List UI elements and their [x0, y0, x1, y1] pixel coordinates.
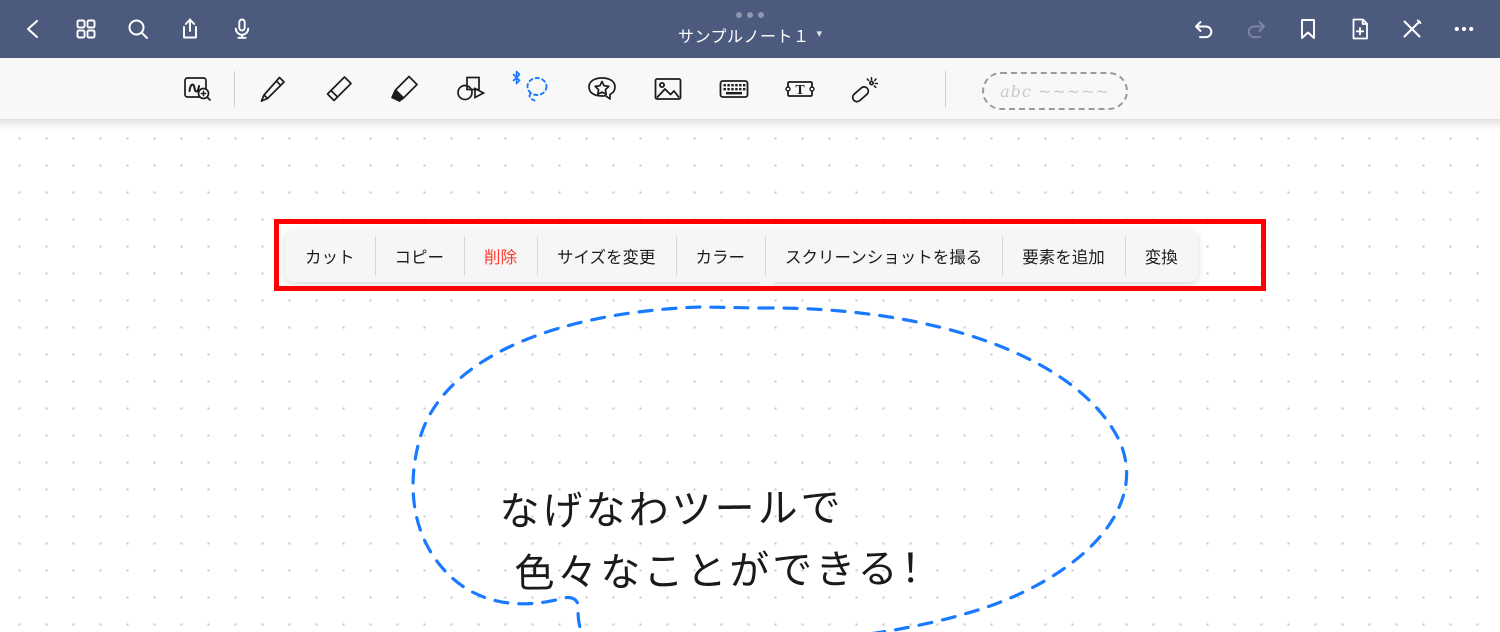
handwritten-note: なげなわツールで 色々なことができる！ — [499, 475, 1060, 606]
lasso-tool[interactable] — [503, 58, 569, 120]
context-menu-item-resize[interactable]: サイズを変更 — [537, 230, 676, 282]
context-menu-item-delete[interactable]: 削除 — [464, 230, 537, 282]
share-button[interactable] — [164, 3, 216, 55]
sticker-tool[interactable] — [569, 58, 635, 120]
undo-button[interactable] — [1178, 3, 1230, 55]
grid-view-button[interactable] — [60, 3, 112, 55]
bluetooth-icon — [511, 70, 522, 85]
note-title-button[interactable]: サンプルノート１ ▾ — [678, 23, 822, 47]
text-box-tool[interactable]: T — [767, 58, 833, 120]
highlighter-tool[interactable] — [371, 58, 437, 120]
handwriting-line-1: なげなわツールで — [499, 485, 844, 536]
notebook-app: サンプルノート１ ▾ T abc ~~~~~ なげなわツールで 色々なことができ… — [0, 0, 1500, 632]
navbar-right-group — [1178, 0, 1490, 58]
laser-pointer-tool[interactable] — [833, 58, 899, 120]
svg-text:T: T — [795, 83, 805, 98]
context-menu-item-screenshot[interactable]: スクリーンショットを撮る — [765, 230, 1002, 282]
tool-bar: T — [0, 58, 1500, 120]
context-menu-item-color[interactable]: カラー — [675, 230, 766, 282]
toolbar-divider-right — [945, 70, 946, 107]
bookmark-button[interactable] — [1282, 3, 1334, 55]
navbar-left-group — [0, 3, 268, 55]
microphone-button[interactable] — [216, 3, 268, 55]
lasso-preview-text: abc ~~~~~ — [1000, 81, 1110, 101]
drag-handle-dots[interactable] — [736, 11, 764, 18]
zoom-write-tool[interactable] — [164, 58, 230, 120]
note-canvas[interactable]: なげなわツールで 色々なことができる！ — [0, 120, 1500, 632]
top-navigation-bar: サンプルノート１ ▾ — [0, 0, 1500, 58]
eraser-tool[interactable] — [305, 58, 371, 120]
context-menu-item-cut[interactable]: カット — [285, 230, 375, 282]
more-options-button[interactable] — [1438, 3, 1490, 55]
context-menu-item-copy[interactable]: コピー — [374, 230, 465, 282]
handwriting-line-2: 色々なことができる！ — [514, 546, 944, 598]
back-button[interactable] — [8, 3, 60, 55]
shapes-tool[interactable] — [437, 58, 503, 120]
context-menu-item-add-element[interactable]: 要素を追加 — [1002, 230, 1125, 282]
selection-context-menu: カット コピー 削除 サイズを変更 カラー スクリーンショットを撮る 要素を追加… — [285, 230, 1198, 290]
chevron-down-icon: ▾ — [816, 28, 823, 40]
redo-button[interactable] — [1230, 3, 1282, 55]
keyboard-tool[interactable] — [701, 58, 767, 120]
context-menu-item-convert[interactable]: 変換 — [1124, 230, 1198, 282]
lasso-preview-chip[interactable]: abc ~~~~~ — [982, 72, 1128, 110]
image-tool[interactable] — [635, 58, 701, 120]
toolbar-divider — [234, 70, 235, 107]
new-page-button[interactable] — [1334, 3, 1386, 55]
close-button[interactable] — [1386, 3, 1438, 55]
pen-tool[interactable] — [239, 58, 305, 120]
search-button[interactable] — [112, 3, 164, 55]
note-title: サンプルノート１ — [677, 26, 810, 46]
